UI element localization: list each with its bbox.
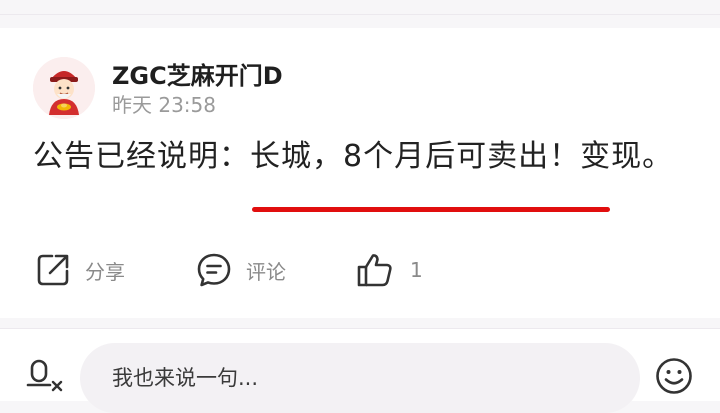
emoji-icon [656, 358, 692, 394]
post-timestamp: 昨天 23:58 [112, 93, 216, 117]
top-divider [0, 14, 720, 15]
avatar-illustration [33, 57, 95, 119]
author-avatar[interactable] [33, 57, 95, 119]
author-name[interactable]: ZGC芝麻开门D [112, 56, 283, 91]
emoji-button[interactable] [655, 357, 693, 395]
voice-input-button[interactable] [26, 359, 66, 395]
share-icon [37, 254, 69, 286]
voice-input-icon [26, 359, 63, 392]
thumbs-up-icon [357, 254, 392, 287]
comment-button[interactable]: 评论 [196, 252, 286, 288]
post-body-text: 公告已经说明：长城，8个月后可卖出！变现。 [33, 139, 674, 174]
red-underline-annotation [252, 207, 610, 212]
share-button[interactable]: 分享 [35, 252, 125, 288]
share-label: 分享 [85, 259, 125, 284]
like-count: 1 [410, 258, 423, 282]
comment-input[interactable] [80, 343, 640, 413]
like-button[interactable]: 1 [356, 252, 423, 288]
comment-icon [197, 253, 231, 287]
comment-label: 评论 [246, 259, 286, 284]
